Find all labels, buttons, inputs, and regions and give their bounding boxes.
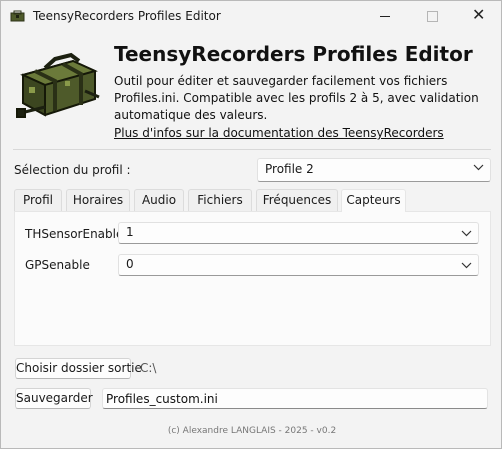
tab-profil[interactable]: Profil bbox=[14, 189, 62, 211]
th-sensor-value: 1 bbox=[126, 225, 134, 239]
app-icon bbox=[10, 10, 25, 22]
minimize-button[interactable] bbox=[363, 1, 409, 32]
tab-horaires[interactable]: Horaires bbox=[66, 189, 130, 211]
tab-capteurs[interactable]: Capteurs bbox=[341, 189, 406, 212]
th-sensor-select[interactable]: 1 bbox=[118, 222, 479, 244]
documentation-link[interactable]: Plus d'infos sur la documentation des Te… bbox=[114, 126, 444, 140]
tab-frequences[interactable]: Fréquences bbox=[256, 189, 338, 211]
recorder-case-logo bbox=[16, 52, 100, 118]
chevron-down-icon bbox=[461, 230, 472, 237]
chevron-down-icon bbox=[461, 262, 472, 269]
app-window: TeensyRecorders Profiles Editor ✕ Teensy… bbox=[0, 0, 502, 449]
tab-audio[interactable]: Audio bbox=[134, 189, 184, 211]
th-sensor-label: THSensorEnable bbox=[25, 227, 124, 241]
tab-fichiers[interactable]: Fichiers bbox=[188, 189, 252, 211]
profile-label: Sélection du profil : bbox=[14, 163, 131, 177]
maximize-button[interactable] bbox=[409, 1, 455, 32]
output-folder-path: C:\ bbox=[140, 361, 157, 375]
gps-select[interactable]: 0 bbox=[118, 254, 479, 276]
profile-select[interactable]: Profile 2 bbox=[257, 158, 491, 182]
close-button[interactable]: ✕ bbox=[455, 1, 501, 32]
maximize-icon bbox=[427, 11, 438, 22]
app-description: Outil pour éditer et sauvegarder facilem… bbox=[114, 74, 479, 122]
save-button[interactable]: Sauvegarder bbox=[15, 388, 93, 409]
choose-output-folder-button[interactable]: Choisir dossier sortie bbox=[15, 358, 142, 379]
gps-value: 0 bbox=[126, 257, 134, 271]
title-bar[interactable]: TeensyRecorders Profiles Editor ✕ bbox=[1, 1, 501, 32]
window-title: TeensyRecorders Profiles Editor bbox=[33, 9, 221, 23]
gps-label: GPSenable bbox=[25, 258, 90, 272]
profile-select-value: Profile 2 bbox=[265, 162, 314, 176]
chevron-down-icon bbox=[473, 164, 484, 171]
close-icon: ✕ bbox=[472, 5, 486, 24]
footer-credits: (c) Alexandre LANGLAIS - 2025 - v0.2 bbox=[167, 426, 337, 436]
filename-input[interactable] bbox=[102, 388, 488, 409]
header-divider bbox=[13, 149, 491, 150]
minimize-icon bbox=[380, 16, 390, 17]
app-heading: TeensyRecorders Profiles Editor bbox=[114, 42, 473, 66]
